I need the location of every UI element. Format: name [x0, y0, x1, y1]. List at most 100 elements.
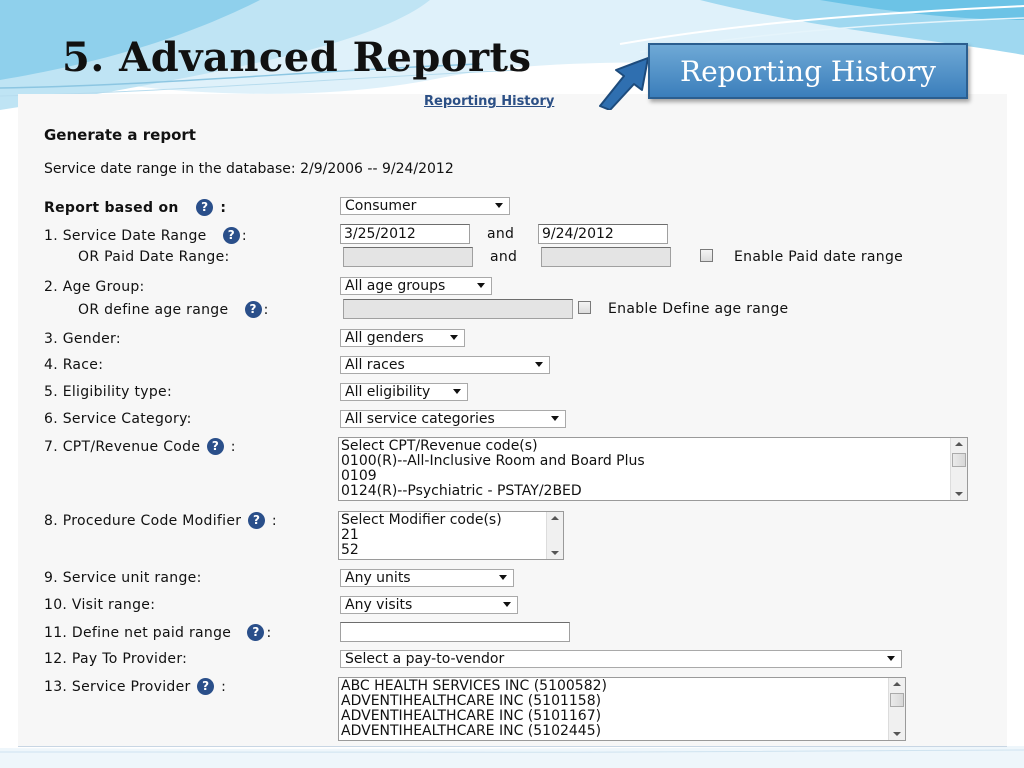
net-paid-colon: :: [266, 625, 272, 641]
age-range-input[interactable]: [343, 299, 573, 319]
age-range-label: OR define age range: [78, 302, 229, 318]
help-icon[interactable]: ?: [207, 438, 225, 455]
service-date-and-label: and: [487, 226, 515, 242]
enable-age-range-label: Enable Define age range: [608, 301, 789, 317]
age-group-select[interactable]: All age groups: [340, 277, 492, 295]
service-date-colon: :: [241, 228, 247, 244]
race-label: 4. Race:: [44, 357, 104, 373]
pay-to-label: 12. Pay To Provider:: [44, 651, 188, 667]
list-item[interactable]: 0100(R)--All-Inclusive Room and Board Pl…: [341, 454, 967, 469]
eligibility-label: 5. Eligibility type:: [44, 384, 172, 400]
help-icon[interactable]: ?: [247, 624, 265, 641]
list-item[interactable]: 0109: [341, 469, 967, 484]
service-unit-value: Any units: [345, 570, 411, 586]
reporting-history-badge: Reporting History: [648, 43, 968, 99]
list-item[interactable]: ADVENTIHEALTHCARE INC (5101167): [341, 709, 905, 724]
service-unit-label: 9. Service unit range:: [44, 570, 202, 586]
help-icon[interactable]: ?: [196, 199, 214, 216]
cpt-listbox[interactable]: Select CPT/Revenue code(s) 0100(R)--All-…: [338, 437, 968, 501]
list-item[interactable]: 52: [341, 543, 563, 558]
enable-paid-date-checkbox[interactable]: [700, 249, 713, 262]
form-heading: Generate a report: [44, 126, 196, 144]
scroll-up-icon[interactable]: [551, 516, 559, 520]
scroll-down-icon[interactable]: [551, 551, 559, 555]
race-value: All races: [345, 357, 405, 373]
eligibility-select[interactable]: All eligibility: [340, 383, 468, 401]
scrollbar[interactable]: [888, 678, 905, 740]
service-category-select[interactable]: All service categories: [340, 410, 566, 428]
age-group-value: All age groups: [345, 278, 446, 294]
scrollbar[interactable]: [950, 438, 967, 500]
report-form-panel: Reporting History Generate a report Serv…: [18, 94, 1007, 747]
chevron-down-icon: [503, 602, 511, 607]
scroll-down-icon[interactable]: [955, 492, 963, 496]
cpt-row: 7. CPT/Revenue Code ? :: [44, 438, 236, 455]
age-range-row: OR define age range ?:: [78, 301, 269, 318]
paid-date-and-label: and: [490, 249, 518, 265]
list-item[interactable]: Select Modifier code(s): [341, 513, 563, 528]
report-based-on-select[interactable]: Consumer: [340, 197, 510, 215]
list-item[interactable]: ADVENTIHEALTHCARE INC (5102445): [341, 724, 905, 739]
scrollbar-thumb[interactable]: [890, 693, 904, 707]
cpt-colon: :: [230, 439, 236, 455]
service-provider-row: 13. Service Provider ? :: [44, 678, 226, 695]
service-provider-colon: :: [221, 679, 227, 695]
visit-value: Any visits: [345, 597, 413, 613]
modifier-row: 8. Procedure Code Modifier ? :: [44, 512, 277, 529]
list-item[interactable]: ABC HEALTH SERVICES INC (5100582): [341, 679, 905, 694]
age-range-colon: :: [263, 302, 269, 318]
service-date-from-input[interactable]: 3/25/2012: [340, 224, 470, 244]
eligibility-value: All eligibility: [345, 384, 431, 400]
chevron-down-icon: [499, 575, 507, 580]
modifier-colon: :: [271, 513, 277, 529]
help-icon[interactable]: ?: [197, 678, 215, 695]
chevron-down-icon: [535, 362, 543, 367]
modifier-listbox[interactable]: Select Modifier code(s) 21 52: [338, 511, 564, 560]
service-category-value: All service categories: [345, 411, 495, 427]
list-item[interactable]: Select CPT/Revenue code(s): [341, 439, 967, 454]
list-item[interactable]: ADVENTIHEALTHCARE INC (5101158): [341, 694, 905, 709]
help-icon[interactable]: ?: [222, 227, 240, 244]
age-group-label: 2. Age Group:: [44, 279, 145, 295]
gender-select[interactable]: All genders: [340, 329, 465, 347]
visit-label: 10. Visit range:: [44, 597, 156, 613]
cpt-label: 7. CPT/Revenue Code: [44, 439, 201, 455]
reporting-history-link[interactable]: Reporting History: [424, 94, 554, 109]
gender-value: All genders: [345, 330, 424, 346]
help-icon[interactable]: ?: [244, 301, 262, 318]
gender-label: 3. Gender:: [44, 331, 121, 347]
scroll-up-icon[interactable]: [955, 442, 963, 446]
slide-title: 5. Advanced Reports: [62, 34, 532, 81]
service-unit-select[interactable]: Any units: [340, 569, 514, 587]
report-based-on-value: Consumer: [345, 198, 417, 214]
service-date-to-input[interactable]: 9/24/2012: [538, 224, 668, 244]
help-icon[interactable]: ?: [248, 512, 266, 529]
paid-date-to-input[interactable]: [541, 247, 671, 267]
modifier-label: 8. Procedure Code Modifier: [44, 513, 242, 529]
report-based-on-row: Report based on ? :: [44, 199, 226, 216]
scroll-down-icon[interactable]: [893, 732, 901, 736]
report-based-on-colon: :: [220, 200, 227, 216]
race-select[interactable]: All races: [340, 356, 550, 374]
chevron-down-icon: [477, 283, 485, 288]
service-date-label: 1. Service Date Range: [44, 228, 207, 244]
scrollbar-thumb[interactable]: [952, 453, 966, 467]
paid-date-from-input[interactable]: [343, 247, 473, 267]
scroll-up-icon[interactable]: [893, 682, 901, 686]
paid-date-label: OR Paid Date Range:: [78, 249, 230, 265]
net-paid-row: 11. Define net paid range ?:: [44, 624, 272, 641]
net-paid-label: 11. Define net paid range: [44, 625, 232, 641]
list-item[interactable]: 21: [341, 528, 563, 543]
report-based-on-label: Report based on: [44, 200, 179, 216]
chevron-down-icon: [453, 389, 461, 394]
service-provider-listbox[interactable]: ABC HEALTH SERVICES INC (5100582) ADVENT…: [338, 677, 906, 741]
scrollbar[interactable]: [546, 512, 563, 559]
visit-select[interactable]: Any visits: [340, 596, 518, 614]
net-paid-input[interactable]: [340, 622, 570, 642]
chevron-down-icon: [450, 335, 458, 340]
arrow-icon: [599, 57, 649, 110]
enable-age-range-checkbox[interactable]: [578, 301, 591, 314]
list-item[interactable]: 0124(R)--Psychiatric - PSTAY/2BED: [341, 484, 967, 499]
pay-to-select[interactable]: Select a pay-to-vendor: [340, 650, 902, 668]
service-date-row: 1. Service Date Range ?:: [44, 227, 247, 244]
